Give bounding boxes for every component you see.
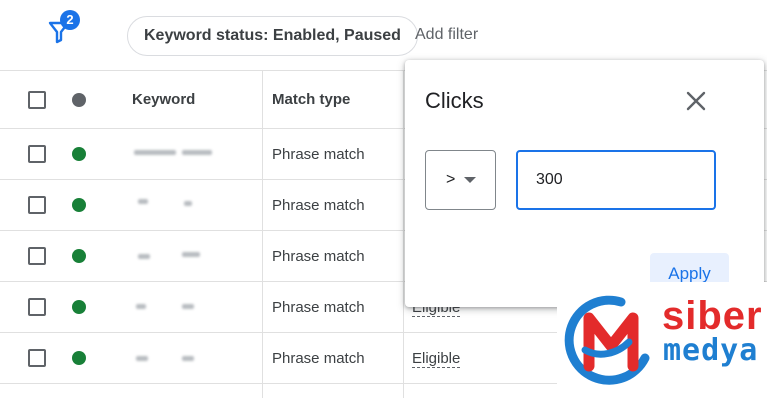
dialog-title: Clicks: [425, 88, 484, 113]
row-checkbox[interactable]: [28, 145, 46, 163]
select-all-checkbox[interactable]: [28, 91, 46, 109]
keyword-status-filter-chip[interactable]: Keyword status: Enabled, Paused: [127, 16, 418, 56]
blurred-keyword: [118, 342, 228, 374]
match-type-cell: Phrase match: [272, 146, 365, 163]
siber-medya-logo: siber medya: [557, 282, 767, 398]
blurred-keyword: [118, 291, 228, 323]
operator-select[interactable]: >: [425, 150, 496, 210]
close-button[interactable]: [681, 86, 711, 116]
close-icon: [686, 91, 706, 111]
row-checkbox[interactable]: [28, 196, 46, 214]
match-type-column-header[interactable]: Match type: [272, 91, 350, 108]
enabled-status-icon: [72, 300, 86, 314]
match-type-cell: Phrase match: [272, 299, 365, 316]
logo-mark-icon: [564, 295, 650, 385]
row-checkbox[interactable]: [28, 298, 46, 316]
blurred-keyword: [118, 138, 228, 170]
match-type-cell: Phrase match: [272, 197, 365, 214]
enabled-status-icon: [72, 198, 86, 212]
keyword-column-header[interactable]: Keyword: [132, 91, 195, 108]
filter-count-badge: 2: [60, 10, 80, 30]
dropdown-caret-icon: [464, 177, 476, 183]
logo-text-primary: siber: [662, 294, 763, 338]
match-type-cell: Phrase match: [272, 248, 365, 265]
status-column-icon: [72, 93, 86, 107]
status-cell[interactable]: Eligible: [412, 350, 461, 368]
row-checkbox[interactable]: [28, 349, 46, 367]
enabled-status-icon: [72, 249, 86, 263]
clicks-filter-dialog: Clicks > Apply: [405, 60, 764, 307]
row-checkbox[interactable]: [28, 247, 46, 265]
add-filter-button[interactable]: Add filter: [415, 26, 478, 44]
operator-value: >: [446, 171, 456, 188]
blurred-keyword: [118, 240, 228, 272]
logo-text-secondary: medya: [663, 333, 759, 368]
match-type-cell: Phrase match: [272, 350, 365, 367]
enabled-status-icon: [72, 351, 86, 365]
blurred-keyword: [118, 189, 228, 221]
clicks-value-input[interactable]: [516, 150, 716, 210]
enabled-status-icon: [72, 147, 86, 161]
